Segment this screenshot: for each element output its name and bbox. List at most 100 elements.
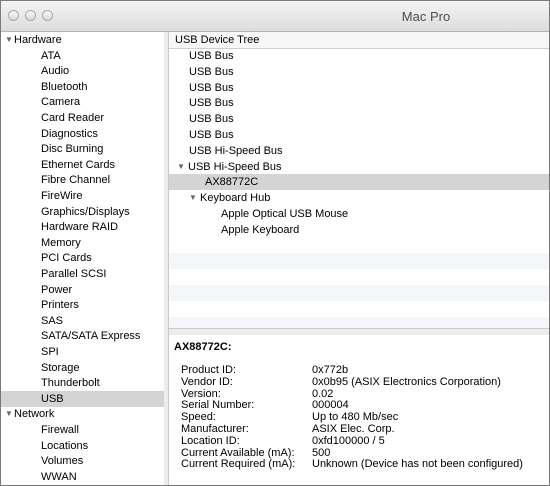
sidebar-item-graphics-displays[interactable]: Graphics/Displays [1, 204, 164, 220]
tree-row-label: Keyboard Hub [200, 192, 271, 205]
sidebar-group-network[interactable]: ▼ Network [1, 406, 164, 422]
tree-row[interactable]: ▼ Keyboard Hub [169, 190, 549, 206]
tree-row[interactable]: USB Bus [169, 80, 549, 96]
sidebar-item-spi[interactable]: SPI [1, 344, 164, 360]
sidebar-item-bluetooth[interactable]: Bluetooth [1, 79, 164, 95]
sidebar-item-pci-cards[interactable]: PCI Cards [1, 250, 164, 266]
empty-tree-row [169, 285, 549, 301]
tree-row[interactable]: USB Bus [169, 95, 549, 111]
disclosure-triangle-icon[interactable]: ▼ [177, 159, 185, 175]
property-key: Current Available (mA): [181, 446, 295, 459]
sidebar-item-label: Locations [41, 439, 89, 452]
sidebar-item-label: SPI [41, 346, 59, 358]
close-button[interactable] [8, 10, 19, 21]
zoom-button[interactable] [42, 10, 53, 21]
tree-row-label: USB Bus [189, 50, 234, 62]
tree-row[interactable]: USB Hi-Speed Bus [169, 143, 549, 159]
tree-row[interactable]: USB Bus [169, 111, 549, 127]
disclosure-triangle-icon[interactable]: ▼ [5, 406, 13, 422]
sidebar-item-label: Bluetooth [41, 80, 88, 93]
property-key: Current Required (mA): [181, 458, 296, 471]
sidebar-item-usb[interactable]: USB [1, 390, 164, 407]
tree-row[interactable]: USB Bus [169, 48, 549, 64]
sidebar-item-parallel-scsi[interactable]: Parallel SCSI [1, 266, 164, 282]
sidebar-item-label: SATA/SATA Express [41, 330, 141, 343]
empty-tree-row [169, 269, 549, 285]
property-value: 0.02 [312, 387, 334, 400]
sidebar-item-firewall[interactable]: Firewall [1, 422, 164, 438]
property-value: Unknown (Device has not been configured) [312, 458, 523, 471]
property-value: 000004 [312, 399, 349, 412]
sidebar-item-label: Storage [41, 361, 80, 374]
tree-row[interactable]: USB Bus [169, 127, 549, 143]
empty-tree-row [169, 316, 549, 328]
sidebar-item-label: Diagnostics [41, 127, 98, 140]
disclosure-triangle-icon[interactable]: ▼ [189, 190, 197, 206]
sidebar-item-ata[interactable]: ATA [1, 48, 164, 64]
tree-row-label: USB Bus [189, 81, 234, 94]
sidebar-item-label: Firewall [41, 424, 79, 436]
sidebar-item-hardware-raid[interactable]: Hardware RAID [1, 219, 164, 235]
property-value: 0xfd100000 / 5 [312, 434, 385, 447]
property-value: Up to 480 Mb/sec [312, 411, 399, 424]
sidebar-item-diagnostics[interactable]: Diagnostics [1, 126, 164, 142]
tree-row[interactable]: Apple Optical USB Mouse [169, 206, 549, 222]
sidebar-item-label: Hardware [14, 34, 62, 46]
sidebar-item-label: SAS [41, 314, 64, 327]
sidebar-item-label: Card Reader [41, 112, 104, 124]
sidebar-item-audio[interactable]: Audio [1, 63, 164, 79]
tree-row[interactable]: USB Bus [169, 64, 549, 80]
empty-tree-row [169, 253, 549, 270]
sidebar-item-label: Fibre Channel [41, 174, 111, 187]
sidebar-item-power[interactable]: Power [1, 282, 164, 298]
tree-row-label: USB Bus [189, 97, 234, 110]
sidebar-item-disc-burning[interactable]: Disc Burning [1, 141, 164, 157]
property-key: Version: [181, 387, 221, 400]
sidebar-item-label: FireWire [41, 190, 83, 202]
sidebar-item-thunderbolt[interactable]: Thunderbolt [1, 375, 164, 391]
sidebar-item-label: Volumes [41, 455, 84, 468]
minimize-button[interactable] [25, 10, 36, 21]
property-value: ASIX Elec. Corp. [312, 423, 395, 435]
sidebar-item-wwan[interactable]: WWAN [1, 469, 164, 485]
tree-row-label: Apple Optical USB Mouse [221, 208, 349, 220]
sidebar-item-locations[interactable]: Locations [1, 438, 164, 454]
tree-row[interactable]: AX88772C [169, 174, 549, 191]
tree-header: USB Device Tree [169, 32, 549, 49]
sidebar-item-firewire[interactable]: FireWire [1, 188, 164, 204]
property-key: Location ID: [181, 434, 240, 447]
tree-row[interactable]: Apple Keyboard [169, 222, 549, 238]
sidebar-item-label: Thunderbolt [41, 377, 100, 390]
window-title: Mac Pro [401, 9, 451, 24]
sidebar-item-label: Audio [41, 65, 70, 78]
detail-title: AX88772C: [174, 341, 232, 353]
sidebar-group-hardware[interactable]: ▼ Hardware [1, 32, 164, 48]
sidebar-item-label: Parallel SCSI [41, 268, 107, 280]
title-bar[interactable]: Mac Pro [1, 1, 549, 32]
sidebar-item-label: Power [41, 283, 73, 296]
sidebar-item-label: USB [41, 392, 64, 405]
empty-tree-row [169, 301, 549, 317]
property-key: Manufacturer: [181, 423, 249, 435]
sidebar-item-label: Network [14, 408, 55, 421]
tree-row[interactable]: ▼ USB Hi-Speed Bus [169, 159, 549, 175]
sidebar-item-sata-sata-express[interactable]: SATA/SATA Express [1, 328, 164, 344]
sidebar-item-label: WWAN [41, 470, 77, 483]
sidebar-item-card-reader[interactable]: Card Reader [1, 110, 164, 126]
tree-row-label: USB Hi-Speed Bus [188, 160, 282, 173]
tree-row-label: USB Hi-Speed Bus [189, 144, 283, 157]
sidebar-item-ethernet-cards[interactable]: Ethernet Cards [1, 157, 164, 173]
property-value: 0x772b [312, 364, 349, 376]
sidebar-item-label: Memory [41, 236, 81, 249]
sidebar-item-label: Printers [41, 299, 79, 312]
disclosure-triangle-icon[interactable]: ▼ [5, 32, 13, 48]
sidebar-item-printers[interactable]: Printers [1, 297, 164, 313]
sidebar-item-sas[interactable]: SAS [1, 313, 164, 329]
sidebar-item-memory[interactable]: Memory [1, 235, 164, 251]
sidebar-item-fibre-channel[interactable]: Fibre Channel [1, 172, 164, 188]
detail-pane: AX88772C: Product ID: 0x772b Vendor ID: 0x0… [169, 335, 549, 485]
sidebar-item-storage[interactable]: Storage [1, 360, 164, 376]
property-key: Serial Number: [181, 399, 255, 412]
sidebar-item-camera[interactable]: Camera [1, 94, 164, 110]
sidebar-item-volumes[interactable]: Volumes [1, 453, 164, 469]
